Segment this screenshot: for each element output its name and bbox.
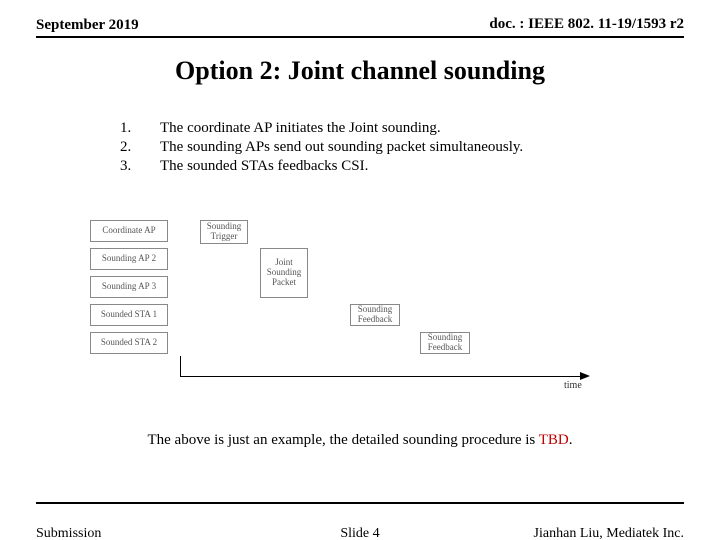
diagram-box-sounding-feedback: Sounding Feedback [420, 332, 470, 354]
list-text: The sounding APs send out sounding packe… [160, 139, 660, 156]
footer-rule [36, 502, 684, 504]
time-axis-origin [180, 356, 181, 376]
caption-suffix: . [569, 432, 573, 448]
caption-text: The above is just an example, the detail… [147, 432, 538, 448]
diagram-row-label: Sounding AP 3 [90, 276, 168, 298]
slide-header: September 2019 doc. : IEEE 802. 11-19/15… [36, 16, 684, 34]
caption-tbd: TBD [539, 432, 569, 448]
list-number: 3. [120, 158, 160, 175]
diagram-box-sounding-feedback: Sounding Feedback [350, 304, 400, 326]
list-text: The sounded STAs feedbacks CSI. [160, 158, 660, 175]
footer-author: Jianhan Liu, Mediatek Inc. [534, 526, 684, 540]
list-text: The coordinate AP initiates the Joint so… [160, 120, 660, 137]
list-number: 2. [120, 139, 160, 156]
time-axis-label: time [564, 380, 582, 391]
arrow-right-icon [580, 372, 590, 380]
diagram-row-label: Sounded STA 1 [90, 304, 168, 326]
list-item: 2. The sounding APs send out sounding pa… [120, 139, 660, 156]
diagram-row-label: Coordinate AP [90, 220, 168, 242]
timing-diagram: Coordinate AP Sounding AP 2 Sounding AP … [90, 220, 610, 420]
diagram-row-label: Sounding AP 2 [90, 248, 168, 270]
slide-title: Option 2: Joint channel sounding [0, 56, 720, 86]
header-rule [36, 36, 684, 38]
header-doc-id: doc. : IEEE 802. 11-19/1593 r2 [489, 16, 684, 33]
header-date: September 2019 [36, 17, 139, 33]
list-number: 1. [120, 120, 160, 137]
time-axis [180, 376, 580, 377]
numbered-list: 1. The coordinate AP initiates the Joint… [120, 120, 660, 177]
list-item: 3. The sounded STAs feedbacks CSI. [120, 158, 660, 175]
diagram-caption: The above is just an example, the detail… [0, 432, 720, 449]
diagram-box-joint-sounding-packet: Joint Sounding Packet [260, 248, 308, 298]
diagram-row-label: Sounded STA 2 [90, 332, 168, 354]
diagram-box-sounding-trigger: Sounding Trigger [200, 220, 248, 244]
list-item: 1. The coordinate AP initiates the Joint… [120, 120, 660, 137]
